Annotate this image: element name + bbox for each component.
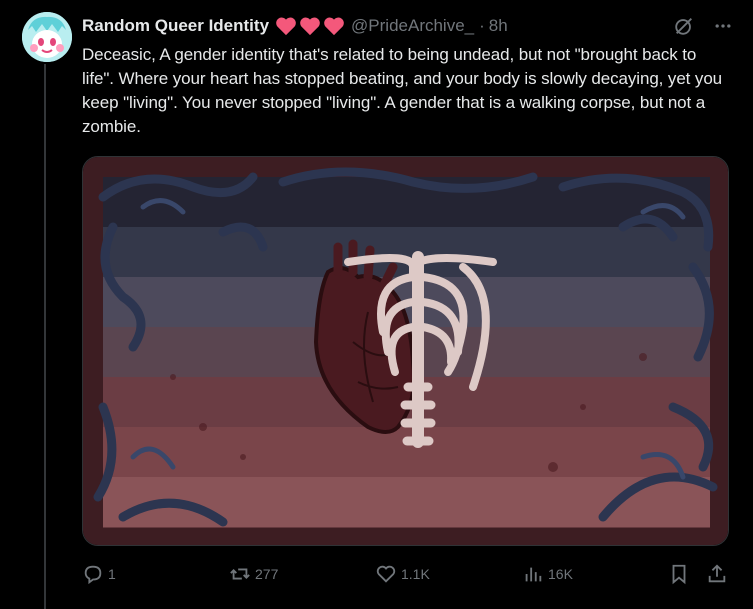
timestamp[interactable]: 8h (489, 16, 508, 36)
share-icon (708, 564, 726, 583)
heart-emoji-icon (276, 17, 296, 36)
bookmark-button[interactable] (668, 560, 690, 588)
flag-stripe (103, 227, 710, 278)
tweet-media-image[interactable] (82, 156, 729, 546)
handle[interactable]: @PrideArchive_ (351, 16, 474, 36)
like-count: 1.1K (401, 566, 430, 582)
views-icon (525, 567, 542, 582)
retweet-icon (230, 568, 250, 580)
display-name[interactable]: Random Queer Identity (82, 16, 269, 36)
flag-stripe (103, 427, 710, 478)
retweet-count: 277 (255, 566, 279, 582)
heart-emoji-icon (324, 17, 344, 36)
reply-button[interactable]: 1 (82, 560, 116, 588)
tweet-actions: 1 277 1.1K 16K (82, 560, 732, 588)
views-count: 16K (548, 566, 573, 582)
tweet-text: Deceasic, A gender identity that's relat… (82, 45, 727, 136)
tweet-header: Random Queer Identity @PrideArchive_ · 8… (82, 14, 733, 38)
reply-count: 1 (108, 566, 116, 582)
heart-emoji-icon (300, 17, 320, 36)
like-icon (376, 565, 396, 583)
share-button[interactable] (706, 560, 728, 588)
retweet-button[interactable]: 277 (229, 560, 278, 588)
more-icon[interactable] (713, 16, 733, 36)
grok-icon[interactable] (673, 15, 695, 37)
bookmark-icon (672, 564, 686, 585)
thread-line (44, 64, 46, 609)
like-button[interactable]: 1.1K (375, 560, 430, 588)
views-button[interactable]: 16K (522, 560, 573, 588)
separator-dot: · (479, 16, 485, 35)
name-emojis (275, 16, 345, 36)
reply-icon (84, 565, 102, 585)
avatar[interactable] (22, 12, 72, 62)
